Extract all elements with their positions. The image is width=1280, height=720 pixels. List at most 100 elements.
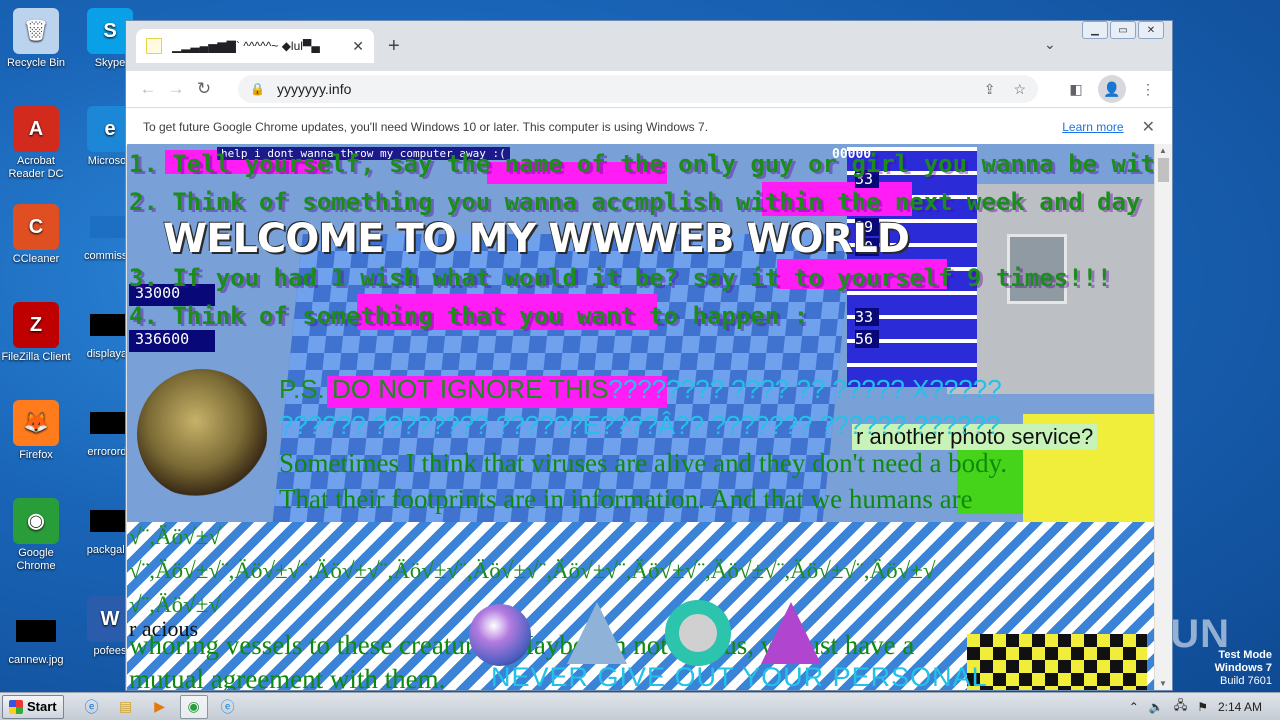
instruction-line-4: 4. Think of something that you want to h… — [129, 302, 809, 330]
ring-image — [665, 600, 731, 666]
image-file-icon — [16, 620, 56, 642]
forward-arrow-icon[interactable]: → — [162, 75, 190, 103]
maximize-button[interactable]: ▭ — [1110, 21, 1136, 39]
reload-icon[interactable]: ↻ — [190, 75, 218, 103]
virus-text-line-2: That their footprints are in information… — [279, 484, 973, 514]
minimize-button[interactable]: ▁ — [1082, 21, 1108, 39]
address-bar[interactable]: 🔒 yyyyyyy.info ⇪ ☆ — [238, 75, 1038, 103]
desktop-icon[interactable]: 🗑 Recycle Bin — [0, 8, 74, 70]
file-icon — [90, 216, 130, 238]
ps-warning-line-1: P.S. DO NOT IGNORE THIS???????? ???? ?? … — [279, 374, 1002, 405]
chrome-icon: ◉ — [13, 498, 59, 544]
glass-sphere-image — [469, 604, 531, 666]
desktop-icon-label: FileZilla Client — [1, 351, 71, 363]
internet-explorer-icon[interactable]: ⓔ — [78, 695, 106, 719]
chrome-taskbar-icon[interactable]: ◉ — [179, 694, 208, 719]
window-controls: ▁ ▭ ✕ — [1082, 21, 1164, 39]
recycle-bin-icon: 🗑 — [13, 8, 59, 54]
new-tab-button[interactable]: + — [388, 35, 400, 58]
garbled-text-3: √¨,Äö√±√ — [129, 592, 222, 617]
windows-version-label: Windows 7 — [1214, 662, 1272, 674]
clock-time[interactable]: 2:14 AM — [1218, 700, 1262, 714]
close-window-button[interactable]: ✕ — [1138, 21, 1164, 39]
tab-search-chevron-icon[interactable]: ⌄ — [1044, 36, 1056, 53]
action-center-flag-icon[interactable]: ⚑ — [1197, 700, 1208, 714]
windows-logo-icon — [9, 699, 23, 714]
acrobat-icon: A — [13, 106, 59, 152]
never-give-text: NEVER GIVE OUT YOUR PERSONAL — [491, 662, 988, 690]
taskbar: Start ⓔ ▤ ▶ ◉ ⓔ ⌃ 🔈 🖧 ⚑ 2:14 AM — [0, 692, 1280, 720]
desktop-icon[interactable]: ◉ Google Chrome — [0, 498, 74, 573]
volume-icon[interactable]: 🔈 — [1149, 700, 1164, 714]
garbled-text-1: √¨,Äö√±√ — [129, 524, 222, 549]
number-box: 336600 — [129, 330, 215, 352]
build-label: Build 7601 — [1220, 675, 1272, 687]
desktop-icon-label: Google Chrome — [16, 547, 56, 572]
ps-warning-prefix: P.S. DO NOT IGNORE THIS — [279, 374, 609, 404]
navigation-toolbar: ← → ↻ 🔒 yyyyyyy.info ⇪ ☆ ◧ 👤 ⋮ — [126, 71, 1172, 107]
bg-checker-flag — [967, 634, 1147, 690]
bookmark-star-icon[interactable]: ☆ — [1013, 81, 1026, 98]
file-icon — [90, 510, 130, 532]
favicon-icon — [146, 38, 162, 54]
tab-active[interactable]: ▁▂▃▄▅▆▇` ^^^^^~ ◆lul▀▄ ✕ — [136, 29, 374, 63]
instruction-line-1: 1. Tell yourself, say the name of the on… — [129, 150, 1154, 178]
profile-avatar-icon[interactable]: 👤 — [1098, 75, 1126, 103]
garbled-text-2: √¨,Äö√±√¨,Äö√±√¨,Äö√±√¨,Äö√±√¨,Äö√±√¨,Äö… — [129, 558, 936, 583]
edge-taskbar-icon[interactable]: ⓔ — [214, 695, 242, 719]
side-panel-icon[interactable]: ◧ — [1062, 75, 1090, 103]
network-icon[interactable]: 🖧 — [1174, 696, 1187, 717]
web-page-content: r another photo service? help i dont wan… — [127, 144, 1154, 690]
page-scrollbar[interactable]: ▲ ▼ — [1154, 144, 1172, 690]
test-mode-label: Test Mode — [1218, 649, 1272, 661]
number-box: 33 — [855, 308, 879, 326]
windows-watermark: Test Mode Windows 7 Build 7601 — [1215, 649, 1272, 688]
goblin-head-image — [137, 369, 267, 499]
tab-strip: ▁▂▃▄▅▆▇` ^^^^^~ ◆lul▀▄ ✕ + ⌄ ▁ ▭ ✕ — [126, 21, 1172, 71]
scroll-up-icon[interactable]: ▲ — [1159, 146, 1167, 155]
menu-kebab-icon[interactable]: ⋮ — [1134, 75, 1162, 103]
ps-warning-line-2: ?????? ???????? ??????E????Â?? ??????? ?… — [279, 410, 1001, 440]
instruction-line-2: 2. Think of something you wanna accmplis… — [129, 188, 1154, 216]
number-box: 56 — [855, 330, 879, 348]
desktop-icon[interactable]: C CCleaner — [0, 204, 74, 266]
desktop-icon-label: Acrobat Reader DC — [8, 155, 64, 180]
media-player-icon[interactable]: ▶ — [146, 695, 174, 719]
system-tray: ⌃ 🔈 🖧 ⚑ 2:14 AM — [1129, 696, 1280, 717]
url-text[interactable]: yyyyyyy.info — [277, 81, 351, 97]
desktop-icon-label: cannew.jpg — [8, 654, 64, 666]
desktop-icon[interactable]: cannew.jpg — [0, 608, 74, 667]
back-arrow-icon[interactable]: ← — [134, 75, 162, 103]
scroll-thumb[interactable] — [1158, 158, 1169, 182]
file-explorer-icon[interactable]: ▤ — [112, 695, 140, 719]
desktop-icon[interactable]: 🦊 Firefox — [0, 400, 74, 462]
share-icon[interactable]: ⇪ — [984, 81, 996, 98]
start-label: Start — [27, 699, 57, 714]
chrome-window: ▁▂▃▄▅▆▇` ^^^^^~ ◆lul▀▄ ✕ + ⌄ ▁ ▭ ✕ ← → ↻… — [125, 20, 1173, 691]
tab-close-icon[interactable]: ✕ — [352, 38, 364, 55]
infobar-message: To get future Google Chrome updates, you… — [143, 120, 709, 134]
pyramid-image — [567, 602, 627, 664]
infobar-close-icon[interactable]: ✕ — [1142, 117, 1155, 137]
firefox-icon: 🦊 — [13, 400, 59, 446]
scroll-down-icon[interactable]: ▼ — [1159, 679, 1167, 688]
filezilla-icon: Z — [13, 302, 59, 348]
desktop-icon[interactable]: Z FileZilla Client — [0, 302, 74, 364]
desktop-icon[interactable]: A Acrobat Reader DC — [0, 106, 74, 181]
lock-icon[interactable]: 🔒 — [250, 82, 265, 96]
ps-warning-rest: ???????? ???? ?? ????? X????? — [608, 374, 1002, 404]
virus-text-line-1: Sometimes I think that viruses are alive… — [279, 448, 1008, 478]
desktop-icon-label: Recycle Bin — [6, 57, 66, 69]
update-infobar: To get future Google Chrome updates, you… — [126, 107, 1172, 147]
tab-title: ▁▂▃▄▅▆▇` ^^^^^~ ◆lul▀▄ — [172, 39, 320, 53]
file-icon — [90, 412, 130, 434]
desktop-icon-label: Firefox — [19, 449, 53, 461]
pyramid-image — [761, 602, 821, 664]
tray-expand-icon[interactable]: ⌃ — [1129, 700, 1139, 714]
welcome-heading: WELCOME TO MY WWWEB WORLD — [163, 216, 910, 262]
learn-more-link[interactable]: Learn more — [1062, 120, 1123, 134]
instruction-line-3: 3. If you had 1 wish what would it be? s… — [129, 264, 1112, 292]
ccleaner-icon: C — [13, 204, 59, 250]
start-button[interactable]: Start — [2, 694, 64, 719]
virus-text-line-4: mutual agreement with them. — [129, 664, 446, 690]
